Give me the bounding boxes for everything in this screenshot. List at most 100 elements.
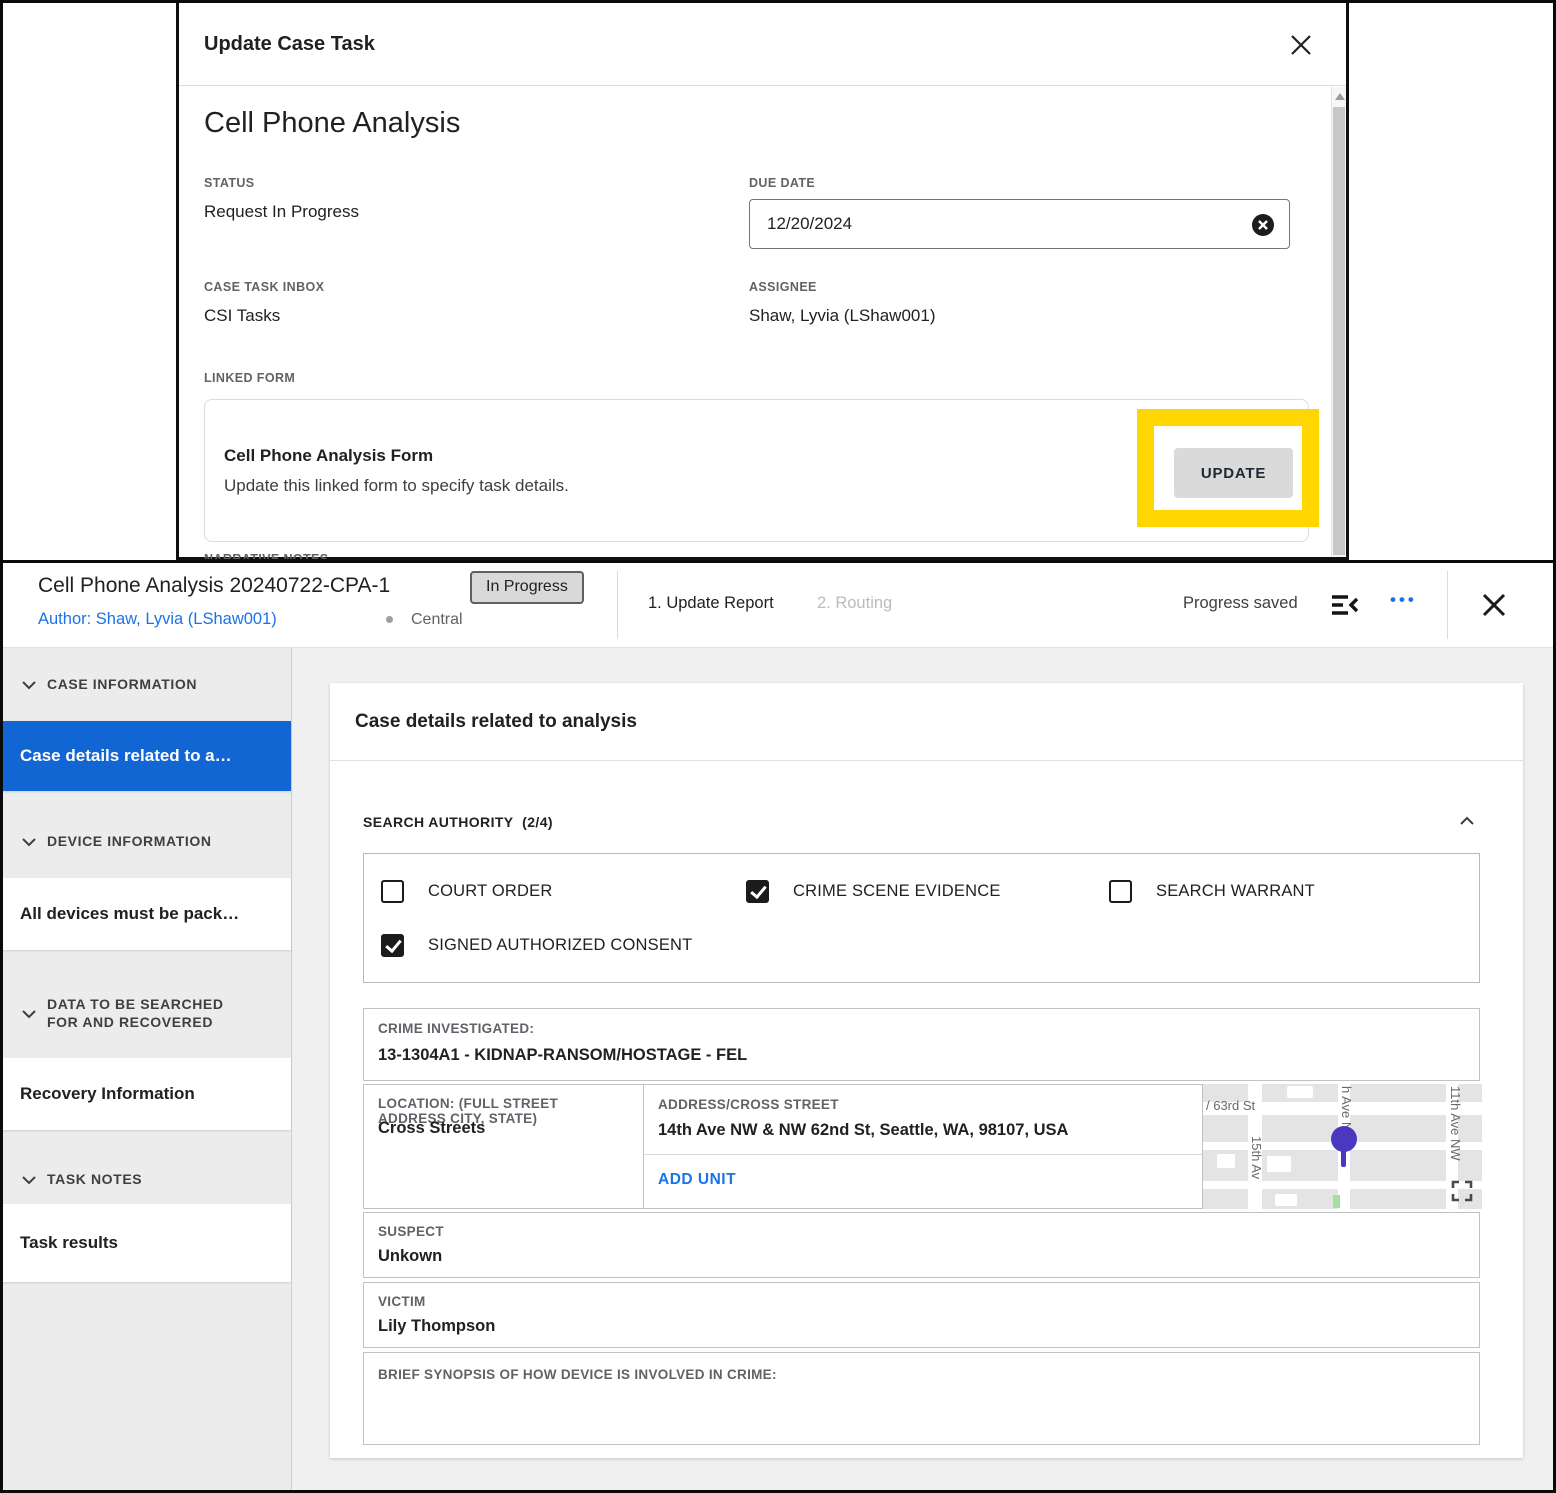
suspect-value: Unkown xyxy=(378,1247,442,1266)
task-heading: Cell Phone Analysis xyxy=(204,107,460,140)
map-green-segment xyxy=(1333,1195,1340,1208)
linked-form-name: Cell Phone Analysis Form xyxy=(224,446,433,466)
crime-investigated-field[interactable]: CRIME INVESTIGATED: 13-1304A1 - KIDNAP-R… xyxy=(363,1008,1480,1081)
checkbox-label: COURT ORDER xyxy=(428,882,552,901)
chevron-down-icon xyxy=(21,678,37,690)
sidebar-section-data-to-be-searched[interactable]: DATA TO BE SEARCHED FOR AND RECOVERED xyxy=(0,978,291,1048)
cell-phone-analysis-window: Cell Phone Analysis 20240722-CPA-1 In Pr… xyxy=(0,560,1556,1493)
status-badge: In Progress xyxy=(470,571,584,604)
sidebar-section-case-information[interactable]: CASE INFORMATION xyxy=(0,654,291,714)
assignee-label: ASSIGNEE xyxy=(749,280,817,294)
sidebar-item-label: Recovery Information xyxy=(20,1084,195,1104)
option-search-warrant[interactable]: SEARCH WARRANT xyxy=(1109,880,1315,903)
section-title-divider xyxy=(330,760,1523,761)
header-divider-1 xyxy=(617,571,618,639)
map-building xyxy=(1275,1194,1297,1206)
checkbox-label: CRIME SCENE EVIDENCE xyxy=(793,882,1001,901)
map-pin-stem xyxy=(1341,1150,1346,1167)
map-building xyxy=(1267,1156,1291,1172)
map-building xyxy=(1217,1154,1235,1168)
sidebar-item-label: All devices must be pack… xyxy=(20,904,239,924)
linked-form-description: Update this linked form to specify task … xyxy=(224,476,569,496)
search-authority-text: SEARCH AUTHORITY xyxy=(363,814,514,830)
search-authority-group: COURT ORDER CRIME SCENE EVIDENCE SEARCH … xyxy=(363,853,1480,983)
option-court-order[interactable]: COURT ORDER xyxy=(381,880,552,903)
case-task-inbox-label: CASE TASK INBOX xyxy=(204,280,324,294)
sidebar-item-recovery-information[interactable]: Recovery Information xyxy=(0,1058,291,1130)
case-task-inbox-value: CSI Tasks xyxy=(204,306,280,326)
sidebar-section-label: CASE INFORMATION xyxy=(47,675,207,693)
checkbox-label: SEARCH WARRANT xyxy=(1156,882,1315,901)
checkbox-label: SIGNED AUTHORIZED CONSENT xyxy=(428,936,692,955)
author-link[interactable]: Author: Shaw, Lyvia (LShaw001) xyxy=(38,610,277,629)
screenshot-root: Update Case Task Cell Phone Analysis STA… xyxy=(0,0,1556,1493)
due-date-input[interactable]: 12/20/2024 xyxy=(749,199,1290,249)
search-authority-label: SEARCH AUTHORITY (2/4) xyxy=(363,814,553,830)
sidebar-item-label: Task results xyxy=(20,1233,118,1253)
due-date-label: DUE DATE xyxy=(749,176,815,190)
map-label-63rd-st: / 63rd St xyxy=(1206,1098,1255,1113)
location-field[interactable]: LOCATION: (FULL STREET ADDRESS CITY, STA… xyxy=(363,1084,644,1209)
clear-date-icon[interactable] xyxy=(1251,213,1275,237)
checkbox-signed-authorized-consent[interactable] xyxy=(381,934,404,957)
synopsis-field[interactable]: BRIEF SYNOPSIS OF HOW DEVICE IS INVOLVED… xyxy=(363,1352,1480,1445)
crime-investigated-label: CRIME INVESTIGATED: xyxy=(378,1021,534,1036)
region-separator-dot xyxy=(386,616,393,623)
step-routing[interactable]: 2. Routing xyxy=(817,594,892,613)
address-cell-divider xyxy=(644,1154,1202,1155)
search-authority-count: (2/4) xyxy=(522,814,553,830)
add-unit-link[interactable]: ADD UNIT xyxy=(658,1171,736,1189)
linked-form-card: Cell Phone Analysis Form Update this lin… xyxy=(204,399,1309,542)
option-crime-scene-evidence[interactable]: CRIME SCENE EVIDENCE xyxy=(746,880,1001,903)
option-signed-authorized-consent[interactable]: SIGNED AUTHORIZED CONSENT xyxy=(381,934,692,957)
due-date-value: 12/20/2024 xyxy=(767,214,852,234)
scroll-up-arrow-icon[interactable] xyxy=(1335,93,1345,100)
map-label-15th-ave: 15th Av xyxy=(1249,1136,1264,1179)
sidebar-item-case-details[interactable]: Case details related to a… xyxy=(0,721,291,791)
location-label-line1: LOCATION: (FULL STREET xyxy=(378,1096,558,1111)
sidebar-item-all-devices[interactable]: All devices must be pack… xyxy=(0,878,291,950)
linked-form-label: LINKED FORM xyxy=(204,371,295,385)
more-options-icon[interactable]: ••• xyxy=(1390,590,1417,610)
location-map-thumbnail[interactable]: / 63rd St 15th Av h Ave NW 11th Ave NW xyxy=(1203,1084,1482,1209)
checkbox-search-warrant[interactable] xyxy=(1109,880,1132,903)
chevron-down-icon xyxy=(21,1007,37,1019)
dialog-title: Update Case Task xyxy=(204,33,375,56)
scrollbar-thumb[interactable] xyxy=(1333,107,1345,555)
checkbox-court-order[interactable] xyxy=(381,880,404,903)
collapse-list-icon[interactable] xyxy=(1330,592,1360,618)
address-label: ADDRESS/CROSS STREET xyxy=(658,1097,839,1112)
clipped-notes-label: NARRATIVE NOTES xyxy=(204,552,504,559)
map-label-11th-ave-nw: 11th Ave NW xyxy=(1448,1086,1463,1161)
window-close-icon[interactable] xyxy=(1477,588,1511,622)
form-title: Cell Phone Analysis 20240722-CPA-1 xyxy=(38,574,390,598)
sidebar-section-label: DATA TO BE SEARCHED FOR AND RECOVERED xyxy=(47,995,267,1031)
address-value: 14th Ave NW & NW 62nd St, Seattle, WA, 9… xyxy=(658,1121,1068,1140)
dialog-header-divider xyxy=(179,85,1346,86)
map-building xyxy=(1287,1086,1313,1098)
chevron-down-icon xyxy=(21,1173,37,1185)
header-divider-2 xyxy=(1447,571,1448,639)
sidebar-section-task-notes[interactable]: TASK NOTES xyxy=(0,1151,291,1206)
checkbox-crime-scene-evidence[interactable] xyxy=(746,880,769,903)
sidebar-section-device-information[interactable]: DEVICE INFORMATION xyxy=(0,813,291,868)
form-sidebar: CASE INFORMATION Case details related to… xyxy=(0,648,292,1493)
progress-saved-text: Progress saved xyxy=(1183,594,1298,613)
case-details-card: Case details related to analysis SEARCH … xyxy=(330,683,1523,1458)
address-field[interactable]: ADDRESS/CROSS STREET 14th Ave NW & NW 62… xyxy=(643,1084,1203,1209)
chevron-up-icon[interactable] xyxy=(1458,814,1476,828)
fullscreen-icon[interactable] xyxy=(1451,1180,1473,1202)
dialog-scrollbar[interactable] xyxy=(1331,87,1346,557)
sidebar-section-label: TASK NOTES xyxy=(47,1170,152,1188)
step-update-report[interactable]: 1. Update Report xyxy=(648,594,774,613)
sidebar-item-task-results[interactable]: Task results xyxy=(0,1204,291,1282)
close-icon[interactable] xyxy=(1285,29,1317,61)
update-button[interactable]: UPDATE xyxy=(1174,448,1293,498)
victim-field[interactable]: VICTIM Lily Thompson xyxy=(363,1282,1480,1348)
suspect-field[interactable]: SUSPECT Unkown xyxy=(363,1212,1480,1278)
form-window-header: Cell Phone Analysis 20240722-CPA-1 In Pr… xyxy=(0,563,1556,648)
section-title: Case details related to analysis xyxy=(355,711,637,733)
victim-label: VICTIM xyxy=(378,1294,426,1309)
sidebar-section-label: DEVICE INFORMATION xyxy=(47,832,222,850)
status-label: STATUS xyxy=(204,176,255,190)
